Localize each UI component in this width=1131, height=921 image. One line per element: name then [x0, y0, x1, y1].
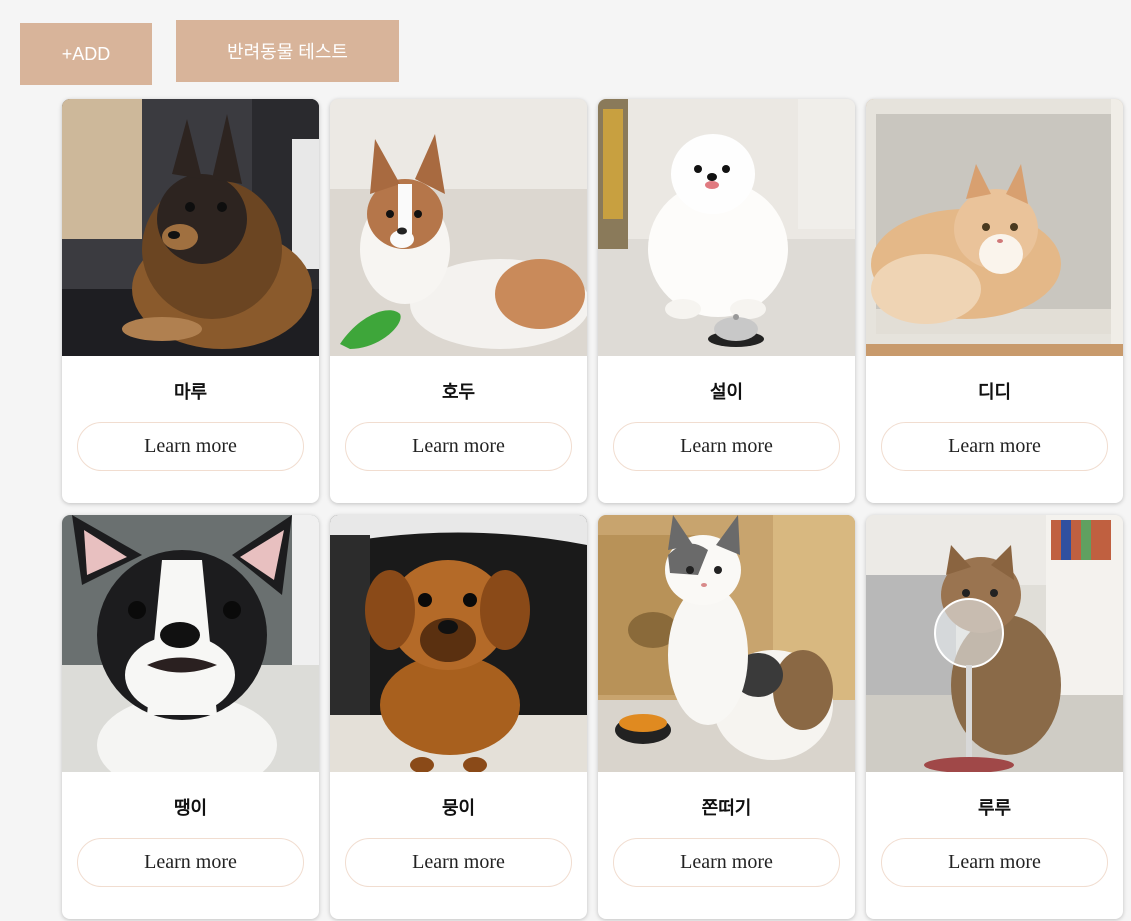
- cat-photo: [866, 515, 1123, 772]
- pet-test-button[interactable]: 반려동물 테스트: [176, 20, 399, 82]
- cat-photo: [598, 515, 855, 772]
- pet-name: 디디: [977, 382, 1012, 403]
- learn-more-button[interactable]: Learn more: [613, 838, 840, 887]
- pet-name: 땡이: [173, 798, 208, 819]
- pet-photo: [62, 515, 319, 772]
- pet-name: 뭉이: [441, 798, 476, 819]
- pet-photo: [598, 515, 855, 772]
- pet-photo: [62, 99, 319, 356]
- pet-card: 뭉이 Learn more: [330, 515, 587, 919]
- pet-photo: [866, 515, 1123, 772]
- learn-more-button[interactable]: Learn more: [77, 422, 304, 471]
- pet-name: 호두: [441, 382, 476, 403]
- pet-name: 루루: [977, 798, 1012, 819]
- pet-name: 설이: [709, 382, 744, 403]
- pet-photo: [330, 99, 587, 356]
- dog-photo: [62, 99, 319, 356]
- add-button[interactable]: +ADD: [20, 23, 152, 85]
- dog-photo: [330, 99, 587, 356]
- pet-card: 마루 Learn more: [62, 99, 319, 503]
- pet-card: 루루 Learn more: [866, 515, 1123, 919]
- learn-more-button[interactable]: Learn more: [345, 422, 572, 471]
- learn-more-button[interactable]: Learn more: [613, 422, 840, 471]
- pet-photo: [866, 99, 1123, 356]
- dog-photo: [62, 515, 319, 772]
- pet-grid: 마루 Learn more 호두 Learn more 설이 Learn mor…: [62, 99, 1123, 919]
- toolbar: +ADD 반려동물 테스트: [20, 20, 399, 85]
- pet-card: 설이 Learn more: [598, 99, 855, 503]
- dog-photo: [330, 515, 587, 772]
- pet-card: 디디 Learn more: [866, 99, 1123, 503]
- cat-photo: [866, 99, 1123, 356]
- pet-card: 호두 Learn more: [330, 99, 587, 503]
- pet-card: 땡이 Learn more: [62, 515, 319, 919]
- pet-name: 마루: [173, 382, 208, 403]
- pet-photo: [598, 99, 855, 356]
- dog-photo: [598, 99, 855, 356]
- learn-more-button[interactable]: Learn more: [345, 838, 572, 887]
- pet-card: 쫀떠기 Learn more: [598, 515, 855, 919]
- learn-more-button[interactable]: Learn more: [881, 838, 1108, 887]
- learn-more-button[interactable]: Learn more: [881, 422, 1108, 471]
- pet-photo: [330, 515, 587, 772]
- pet-name: 쫀떠기: [701, 798, 752, 819]
- learn-more-button[interactable]: Learn more: [77, 838, 304, 887]
